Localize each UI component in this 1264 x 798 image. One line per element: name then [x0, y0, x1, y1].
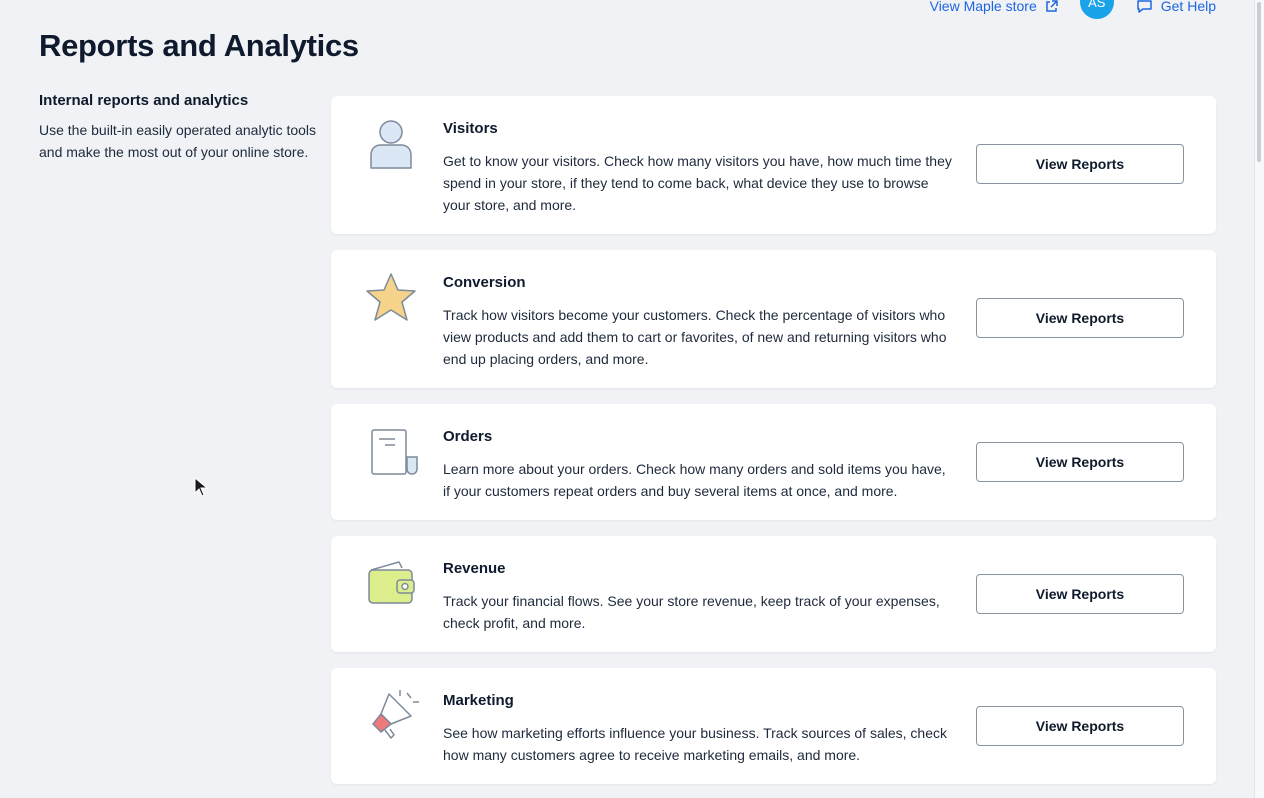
- chat-bubble-icon: [1137, 0, 1152, 13]
- card-description: Learn more about your orders. Check how …: [443, 461, 946, 499]
- orders-view-reports-button[interactable]: View Reports: [976, 442, 1184, 482]
- card-title: Marketing: [443, 692, 514, 709]
- visitors-view-reports-button[interactable]: View Reports: [976, 144, 1184, 184]
- wallet-icon: [368, 561, 415, 604]
- intro-heading: Internal reports and analytics: [39, 92, 249, 109]
- user-avatar[interactable]: AS: [1079, 0, 1114, 19]
- card-description: Track your financial flows. See your sto…: [443, 593, 940, 631]
- intro-section: Internal reports and analytics Use the b…: [39, 92, 324, 163]
- top-bar: View Maple store AS Get Help: [930, 0, 1216, 21]
- report-card-conversion: Conversion Track how visitors become you…: [331, 250, 1216, 388]
- avatar-initials: AS: [1088, 0, 1106, 10]
- report-card-revenue: Revenue Track your financial flows. See …: [331, 536, 1216, 652]
- card-title: Visitors: [443, 120, 498, 137]
- page-title: Reports and Analytics: [39, 28, 359, 63]
- revenue-view-reports-button[interactable]: View Reports: [976, 574, 1184, 614]
- card-title: Revenue: [443, 560, 506, 577]
- card-title: Conversion: [443, 274, 526, 291]
- card-title: Orders: [443, 428, 493, 445]
- card-description: Track how visitors become your customers…: [443, 307, 947, 367]
- report-card-orders: Orders Learn more about your orders. Che…: [331, 404, 1216, 520]
- get-help-label: Get Help: [1160, 0, 1216, 14]
- marketing-view-reports-button[interactable]: View Reports: [976, 706, 1184, 746]
- page-scrollbar[interactable]: [1254, 0, 1264, 798]
- view-store-link[interactable]: View Maple store: [930, 0, 1058, 14]
- conversion-view-reports-button[interactable]: View Reports: [976, 298, 1184, 338]
- external-link-icon: [1046, 0, 1058, 12]
- receipt-icon: [371, 429, 418, 475]
- card-description: Get to know your visitors. Check how man…: [443, 153, 952, 213]
- report-card-visitors: Visitors Get to know your visitors. Chec…: [331, 96, 1216, 234]
- mouse-cursor-icon: [194, 477, 208, 497]
- get-help-link[interactable]: Get Help: [1136, 0, 1216, 14]
- card-description: See how marketing efforts influence your…: [443, 725, 947, 763]
- megaphone-icon: [372, 690, 419, 739]
- intro-description: Use the built-in easily operated analyti…: [39, 122, 317, 160]
- report-card-marketing: Marketing See how marketing efforts infl…: [331, 668, 1216, 784]
- view-store-label: View Maple store: [929, 0, 1037, 14]
- person-icon: [370, 120, 412, 169]
- star-icon: [366, 273, 416, 321]
- scrollbar-thumb[interactable]: [1257, 2, 1261, 162]
